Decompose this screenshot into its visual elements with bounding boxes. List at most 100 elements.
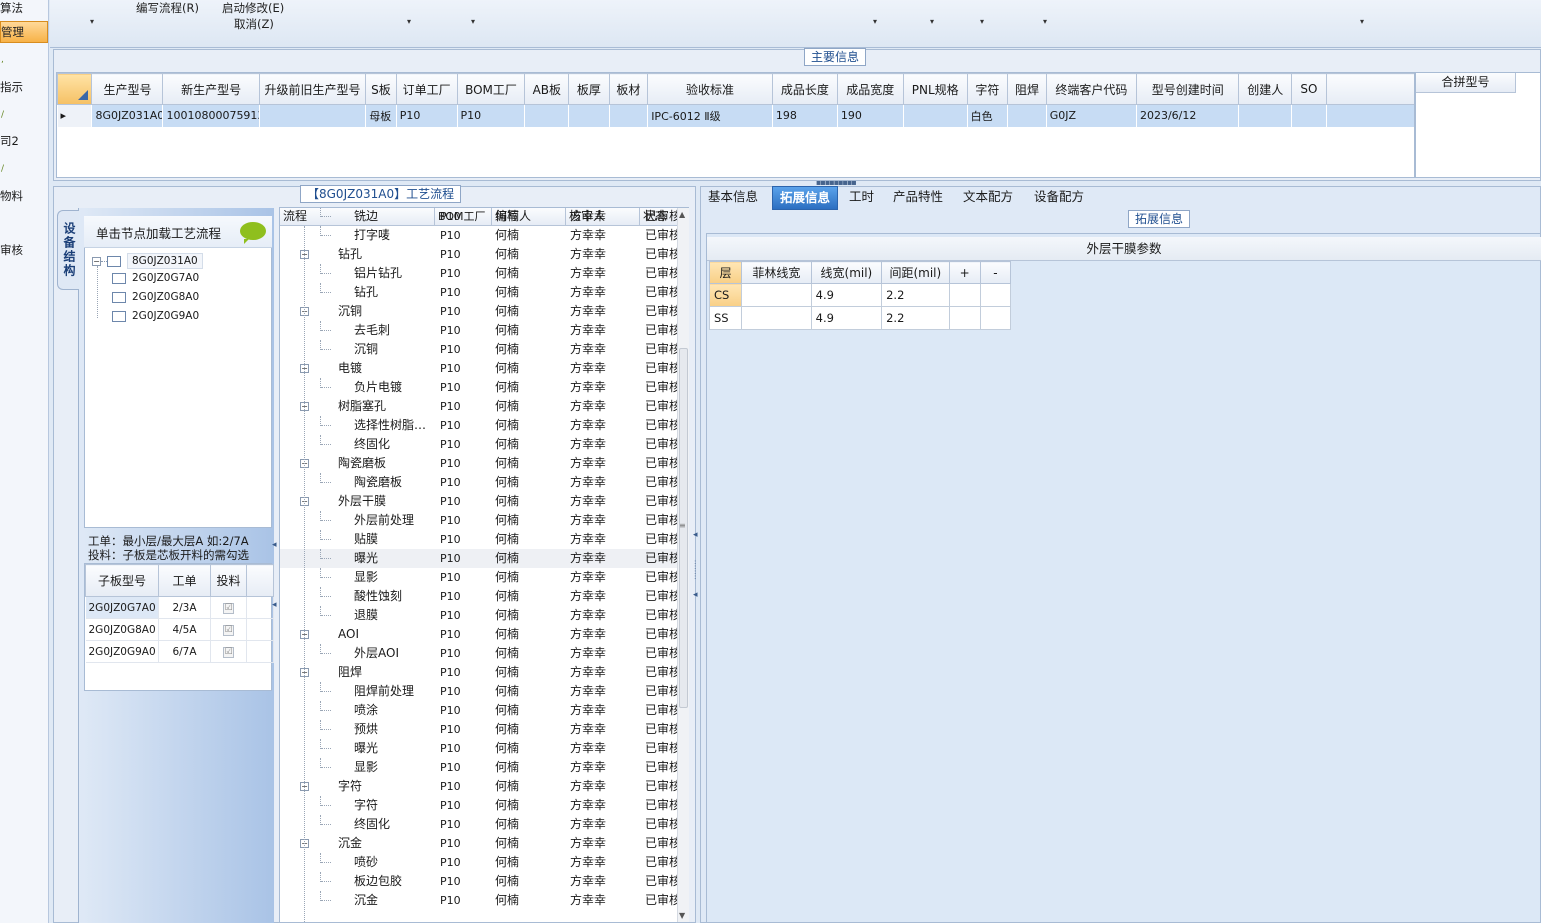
dropdown-arrow-icon[interactable]: ▾ [873, 17, 877, 26]
nav-item-review[interactable]: 审核 [0, 242, 48, 258]
process-step-row[interactable]: 陶瓷磨板 P10 何楠 方幸幸 已审核 [280, 473, 678, 492]
table-cell[interactable]: 4/5A [158, 618, 211, 641]
col-header[interactable]: 型号创建时间 [1135, 73, 1240, 105]
col-header[interactable]: 子板型号 [85, 564, 159, 597]
col-header[interactable]: BOM工厂 [456, 73, 526, 105]
process-step-row[interactable]: 贴膜 P10 何楠 方幸幸 已审核 [280, 530, 678, 549]
process-step-row[interactable]: 曝光 P10 何楠 方幸幸 已审核 [280, 549, 678, 568]
process-group-row[interactable]: −沉金P10何楠方幸幸已审核 [280, 834, 678, 853]
collapse-arrow-icon[interactable]: ◂ [693, 530, 698, 540]
feed-checkbox[interactable]: ☑ [210, 618, 247, 641]
table-cell[interactable] [568, 104, 610, 127]
write-flow-menu[interactable]: 编写流程(R) [136, 0, 199, 16]
nav-item-management[interactable]: 管理 [0, 21, 48, 43]
dropdown-arrow-icon[interactable]: ▾ [407, 17, 411, 26]
tree-node-child[interactable]: 2G0JZ0G9A0 [112, 310, 199, 322]
process-step-row[interactable]: 铣边 P10 何楠 方幸幸 已审核 [280, 208, 678, 226]
process-step-row[interactable]: 去毛刺 P10 何楠 方幸幸 已审核 [280, 321, 678, 340]
col-header[interactable]: 工单 [158, 564, 211, 597]
table-cell[interactable]: P10 [396, 104, 458, 127]
table-row[interactable]: 2G0JZ0G8A0 4/5A ☑ [85, 618, 274, 641]
col-header[interactable]: 字符 [966, 73, 1009, 105]
process-step-row[interactable]: 外层前处理 P10 何楠 方幸幸 已审核 [280, 511, 678, 530]
process-step-row[interactable]: 退膜 P10 何楠 方幸幸 已审核 [280, 606, 678, 625]
nav-item-material[interactable]: 物料 [0, 188, 48, 204]
tab-device-recipe[interactable]: 设备配方 [1027, 186, 1091, 210]
col-header[interactable]: 成品长度 [771, 73, 838, 105]
table-cell[interactable] [741, 283, 812, 307]
table-cell[interactable]: 2G0JZ0G8A0 [85, 618, 159, 641]
process-step-row[interactable]: 喷砂 P10 何楠 方幸幸 已审核 [280, 853, 678, 872]
col-header[interactable]: 生产型号 [91, 73, 164, 105]
device-structure-tab[interactable]: 设备结构 [57, 210, 79, 290]
process-step-row[interactable]: 酸性蚀刻 P10 何楠 方幸幸 已审核 [280, 587, 678, 606]
process-step-row[interactable]: 显影 P10 何楠 方幸幸 已审核 [280, 758, 678, 777]
process-step-row[interactable]: 板边包胶 P10 何楠 方幸幸 已审核 [280, 872, 678, 891]
add-row-button[interactable]: + [948, 261, 981, 284]
process-step-row[interactable]: 阻焊前处理 P10 何楠 方幸幸 已审核 [280, 682, 678, 701]
col-header[interactable]: 板厚 [568, 73, 610, 105]
col-header[interactable]: 阻焊 [1007, 73, 1047, 105]
scroll-down-icon[interactable]: ▼ [679, 911, 685, 920]
col-header[interactable]: 订单工厂 [395, 73, 458, 105]
table-cell[interactable]: 8G0JZ031A0 [91, 104, 163, 127]
table-cell[interactable] [903, 104, 968, 127]
table-cell[interactable]: 2.2 [881, 306, 950, 330]
scroll-up-icon[interactable]: ▲ [679, 210, 685, 219]
table-row[interactable]: CS 4.9 2.2 [708, 283, 1012, 307]
table-row[interactable]: 2G0JZ0G7A0 2/3A ☑ [85, 596, 274, 619]
process-step-row[interactable]: 打字唛 P10 何楠 方幸幸 已审核 [280, 226, 678, 245]
tree-node-child[interactable]: 2G0JZ0G7A0 [112, 272, 199, 284]
table-cell[interactable] [948, 306, 981, 330]
checkbox-checked-icon[interactable]: ☑ [223, 647, 234, 658]
table-row[interactable]: ▸ 8G0JZ031A0 10010800075913 母板 P10 P10 I… [57, 104, 1414, 127]
remove-row-button[interactable]: - [979, 261, 1012, 284]
col-header[interactable]: 层 [708, 261, 743, 284]
splitter-grip-icon[interactable]: :::: [694, 559, 696, 581]
process-step-row[interactable]: 字符 P10 何楠 方幸幸 已审核 [280, 796, 678, 815]
nav-item-algorithm[interactable]: 算法 [0, 0, 48, 16]
process-group-row[interactable]: −阻焊P10何楠方幸幸已审核 [280, 663, 678, 682]
layer-cell[interactable]: CS [708, 283, 743, 307]
process-group-row[interactable]: −AOIP10何楠方幸幸已审核 [280, 625, 678, 644]
table-cell[interactable] [741, 306, 812, 330]
collapse-icon[interactable]: − [92, 256, 101, 266]
table-cell[interactable] [609, 104, 648, 127]
table-cell[interactable] [524, 104, 569, 127]
col-header[interactable]: 创建人 [1238, 73, 1293, 105]
tab-work-hours[interactable]: 工时 [842, 186, 881, 210]
process-group-row[interactable]: −钻孔P10何楠方幸幸已审核 [280, 245, 678, 264]
table-row[interactable]: SS 4.9 2.2 [708, 306, 1012, 330]
table-cell[interactable] [979, 306, 1012, 330]
table-cell[interactable] [948, 283, 981, 307]
table-cell[interactable]: 4.9 [810, 283, 883, 307]
table-cell[interactable]: IPC-6012 Ⅱ级 [647, 104, 773, 127]
grid-corner[interactable] [57, 73, 93, 105]
collapse-arrow-icon[interactable]: ◂ [272, 600, 277, 610]
process-group-row[interactable]: −电镀P10何楠方幸幸已审核 [280, 359, 678, 378]
collapse-arrow-icon[interactable]: ◂ [272, 540, 277, 550]
table-cell[interactable]: G0JZ [1046, 104, 1137, 127]
col-header[interactable]: SO [1291, 73, 1327, 105]
chat-bubble-icon[interactable] [240, 222, 266, 244]
layer-cell[interactable]: SS [708, 306, 743, 330]
process-group-row[interactable]: −字符P10何楠方幸幸已审核 [280, 777, 678, 796]
table-cell[interactable]: 2/3A [158, 596, 211, 619]
process-step-row[interactable]: 喷涂 P10 何楠 方幸幸 已审核 [280, 701, 678, 720]
nav-item-company2[interactable]: 司2 [0, 133, 48, 149]
table-cell[interactable] [1007, 104, 1047, 127]
process-step-row[interactable]: 沉金 P10 何楠 方幸幸 已审核 [280, 891, 678, 910]
tree-node-child[interactable]: 2G0JZ0G8A0 [112, 291, 199, 303]
tab-extended-info[interactable]: 拓展信息 [772, 186, 839, 210]
process-step-row[interactable]: 预烘 P10 何楠 方幸幸 已审核 [280, 720, 678, 739]
col-header[interactable]: PNL规格 [902, 73, 968, 105]
process-group-row[interactable]: −外层干膜P10何楠方幸幸已审核 [280, 492, 678, 511]
dropdown-arrow-icon[interactable]: ▾ [1360, 17, 1364, 26]
col-header[interactable]: 间距(mil) [881, 261, 950, 284]
table-cell[interactable]: 2G0JZ0G9A0 [85, 640, 159, 663]
process-step-row[interactable]: 钻孔 P10 何楠 方幸幸 已审核 [280, 283, 678, 302]
col-header[interactable]: 验收标准 [647, 73, 773, 105]
feed-checkbox[interactable]: ☑ [210, 596, 247, 619]
col-header[interactable]: 成品宽度 [836, 73, 904, 105]
process-step-row[interactable]: 负片电镀 P10 何楠 方幸幸 已审核 [280, 378, 678, 397]
